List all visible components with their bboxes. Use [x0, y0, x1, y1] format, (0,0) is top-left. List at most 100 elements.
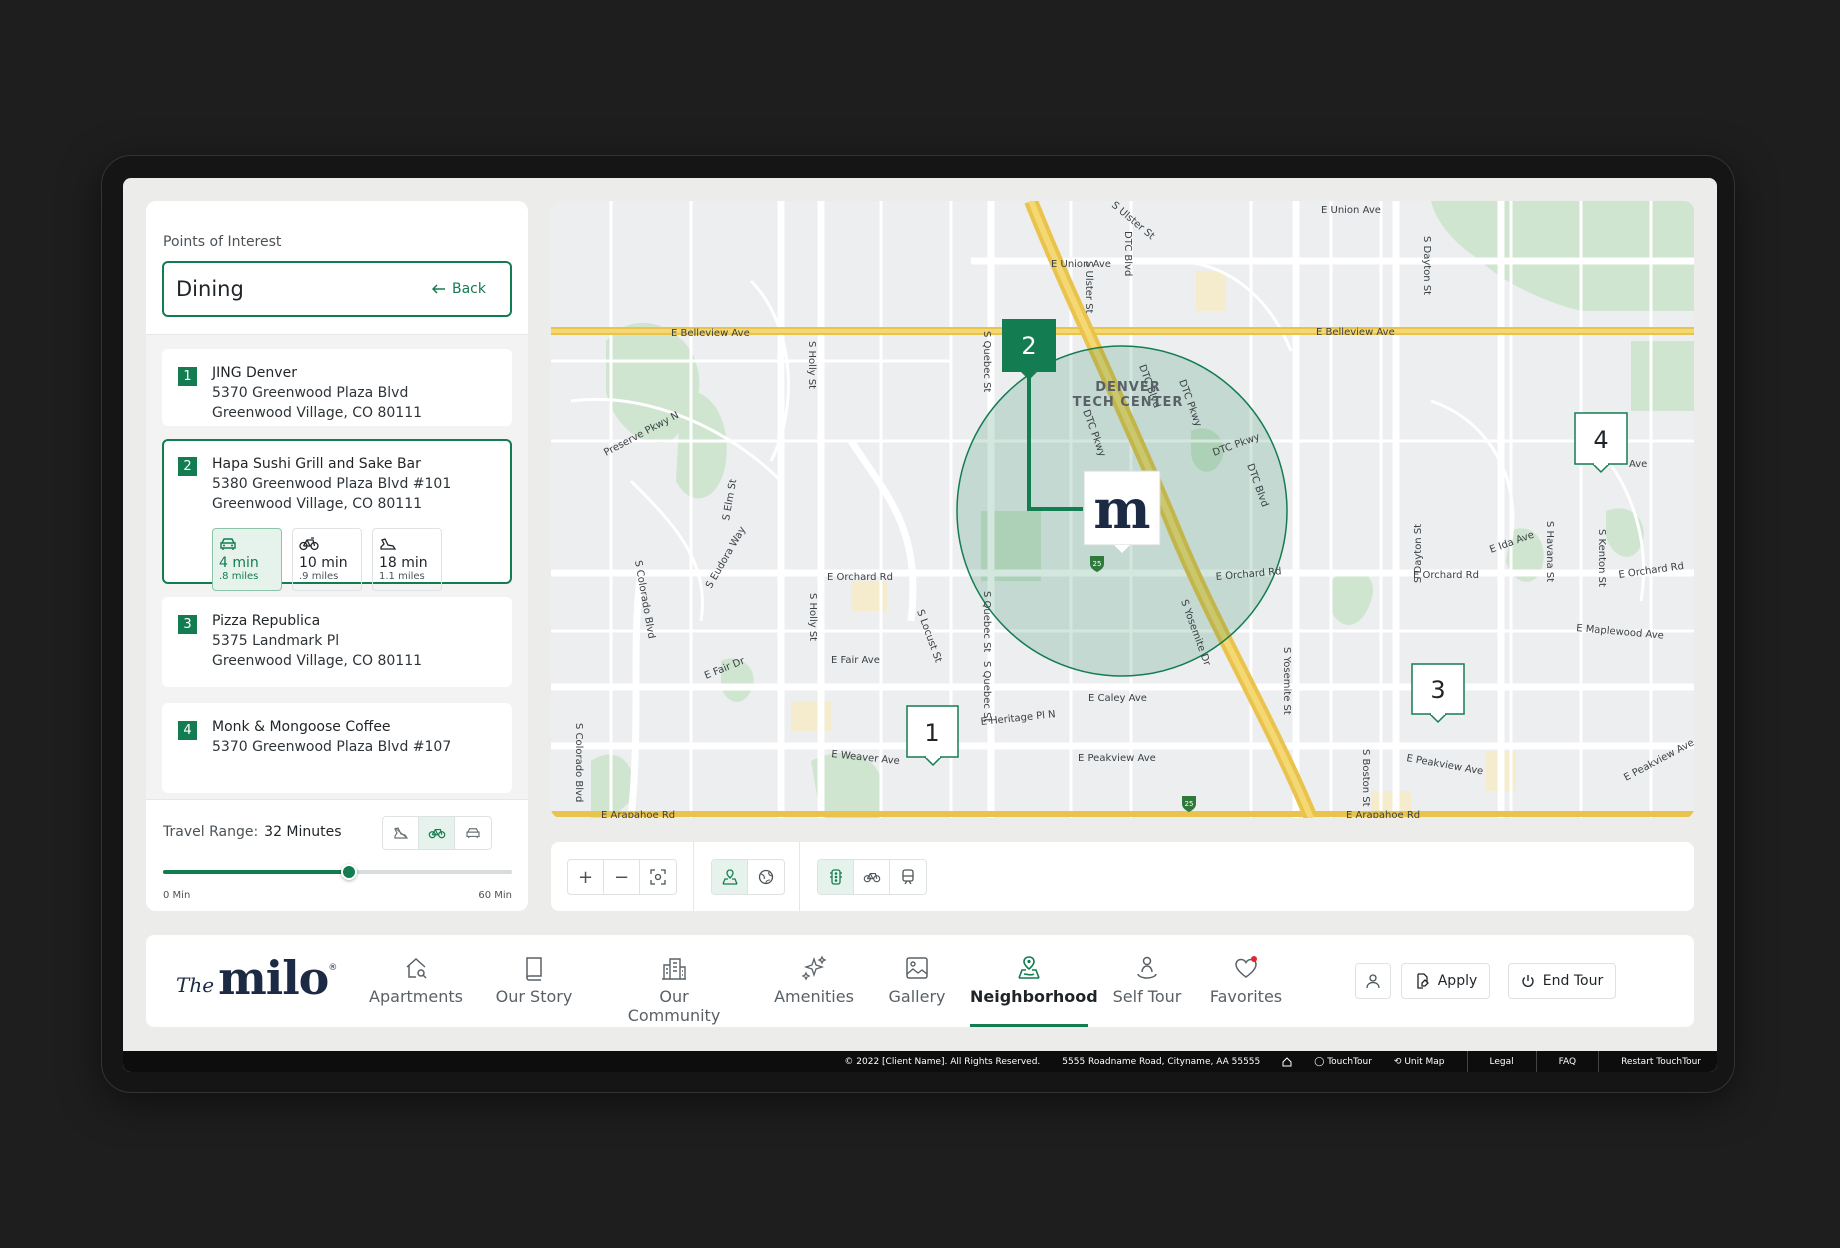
neighborhood-map[interactable]: E Belleview Ave E Belleview Ave E Union …: [551, 201, 1694, 818]
person-pin-icon: [1137, 956, 1157, 979]
svg-text:S Holly St: S Holly St: [807, 593, 818, 641]
apply-button[interactable]: Apply: [1401, 963, 1490, 999]
bike-icon: [863, 873, 880, 883]
traffic-light-icon: [829, 869, 842, 885]
bike-time-value: 10 min: [299, 555, 348, 571]
list-item-number: 2: [178, 457, 197, 476]
footer-divider: [1598, 1051, 1600, 1072]
nav-item-neighborhood[interactable]: Neighborhood: [970, 955, 1098, 1027]
nav-item-apartments[interactable]: Apartments: [369, 955, 463, 1006]
svg-text:S Kenton St: S Kenton St: [1596, 529, 1607, 587]
traffic-layer-button[interactable]: [818, 860, 854, 894]
list-item[interactable]: 1 JING Denver 5370 Greenwood Plaza Blvd …: [162, 349, 512, 426]
svg-text:S Havana St: S Havana St: [1544, 521, 1555, 582]
list-item-address: 5375 Landmark Pl: [212, 633, 340, 649]
map-toolbar: + −: [551, 842, 1694, 911]
faq-link[interactable]: FAQ: [1559, 1057, 1576, 1067]
nav-item-label: Apartments: [369, 987, 463, 1006]
svg-text:1: 1: [924, 719, 939, 747]
travel-range-slider[interactable]: [163, 864, 512, 880]
walk-icon: [393, 827, 408, 839]
svg-text:25: 25: [1185, 800, 1194, 808]
list-item-address: 5370 Greenwood Plaza Blvd #107: [212, 739, 452, 755]
list-item-name: Hapa Sushi Grill and Sake Bar: [212, 456, 421, 472]
zoom-out-button[interactable]: −: [604, 860, 640, 894]
zoom-in-button[interactable]: +: [568, 860, 604, 894]
bike-distance: .9 miles: [299, 571, 339, 582]
nav-item-label: Neighborhood: [970, 987, 1098, 1006]
svg-text:m: m: [1093, 477, 1150, 541]
map-layer-toggle: [817, 859, 927, 895]
svg-text:E Caley Ave: E Caley Ave: [1088, 693, 1147, 704]
list-item-name: Monk & Mongoose Coffee: [212, 719, 391, 735]
property-marker[interactable]: m: [1083, 470, 1161, 553]
walk-time-value: 18 min: [379, 555, 428, 571]
list-item[interactable]: 4 Monk & Mongoose Coffee 5370 Greenwood …: [162, 703, 512, 793]
slider-handle[interactable]: [341, 864, 358, 880]
svg-text:E Belleview Ave: E Belleview Ave: [1316, 327, 1395, 338]
walk-mode-button[interactable]: [383, 817, 419, 849]
list-item-name: JING Denver: [212, 365, 297, 381]
globe-view-button[interactable]: [748, 860, 784, 894]
travel-range-label: Travel Range: 32 Minutes: [163, 824, 342, 840]
slider-max-label: 60 Min: [478, 890, 512, 901]
list-item-city: Greenwood Village, CO 80111: [212, 405, 423, 421]
travel-mode-toggle[interactable]: [382, 816, 492, 850]
walk-time[interactable]: 18 min 1.1 miles: [372, 528, 442, 591]
map-view-button[interactable]: [712, 860, 748, 894]
drive-distance: .8 miles: [219, 571, 259, 582]
nav-item-our-story[interactable]: Our Story: [493, 955, 575, 1006]
bike-time[interactable]: 10 min .9 miles: [292, 528, 362, 591]
account-button[interactable]: [1355, 963, 1391, 999]
bike-layer-button[interactable]: [854, 860, 890, 894]
map-marker-2[interactable]: 2: [1002, 319, 1056, 380]
unit-map-link[interactable]: ⟲ Unit Map: [1394, 1057, 1445, 1067]
travel-range-value: 32 Minutes: [264, 824, 342, 840]
list-item-address: 5370 Greenwood Plaza Blvd: [212, 385, 409, 401]
car-mode-button[interactable]: [455, 817, 491, 849]
end-tour-button[interactable]: End Tour: [1508, 963, 1616, 999]
user-icon: [1366, 974, 1380, 989]
bike-icon: [428, 828, 445, 839]
svg-text:S Colorado Blvd: S Colorado Blvd: [573, 723, 584, 802]
back-button[interactable]: Back: [432, 281, 486, 297]
svg-text:S Yosemite St: S Yosemite St: [1281, 647, 1292, 715]
slider-min-label: 0 Min: [163, 890, 191, 901]
recenter-button[interactable]: [640, 860, 676, 894]
brand-logo[interactable]: The milo ®: [176, 955, 337, 1001]
transit-layer-button[interactable]: [890, 860, 926, 894]
apply-label: Apply: [1437, 973, 1478, 989]
map-marker-3[interactable]: 3: [1411, 663, 1465, 724]
bike-mode-button[interactable]: [419, 817, 455, 849]
nav-item-favorites[interactable]: Favorites: [1206, 955, 1286, 1006]
map-pin-icon: [721, 869, 738, 885]
drive-time[interactable]: 4 min .8 miles: [212, 528, 282, 591]
map-marker-1[interactable]: 1: [906, 705, 959, 767]
svg-text:E Orchard Rd: E Orchard Rd: [827, 572, 893, 583]
map-view-toggle: [711, 859, 785, 895]
restart-link[interactable]: Restart TouchTour: [1621, 1057, 1701, 1067]
list-item[interactable]: 3 Pizza Republica 5375 Landmark Pl Green…: [162, 597, 512, 687]
bike-icon: [299, 537, 319, 551]
svg-text:S Quebec St: S Quebec St: [981, 591, 992, 652]
list-item-selected[interactable]: 2 Hapa Sushi Grill and Sake Bar 5380 Gre…: [162, 439, 512, 591]
svg-text:E Arapahoe Rd: E Arapahoe Rd: [601, 810, 675, 818]
svg-text:E Union Ave: E Union Ave: [1051, 259, 1111, 270]
nav-item-self-tour[interactable]: Self Tour: [1111, 955, 1183, 1006]
nav-item-amenities[interactable]: Amenities: [773, 955, 855, 1006]
svg-text:DENVER: DENVER: [1095, 380, 1161, 395]
nav-item-our-community[interactable]: Our Community: [611, 955, 737, 1025]
drive-time-value: 4 min: [219, 555, 259, 571]
svg-text:E Belleview Ave: E Belleview Ave: [671, 328, 750, 339]
svg-text:E Union Ave: E Union Ave: [1321, 205, 1381, 216]
nav-item-gallery[interactable]: Gallery: [886, 955, 948, 1006]
globe-icon: [758, 869, 774, 885]
poi-list[interactable]: 1 JING Denver 5370 Greenwood Plaza Blvd …: [146, 335, 528, 799]
touchtour-link[interactable]: ◯ TouchTour: [1314, 1057, 1372, 1067]
zoom-controls: + −: [567, 859, 677, 895]
legal-link[interactable]: Legal: [1490, 1057, 1514, 1067]
category-selector[interactable]: Dining Back: [162, 261, 512, 317]
points-of-interest-panel: Points of Interest Dining Back 1 JING De…: [146, 201, 528, 911]
list-item-number: 1: [178, 367, 197, 386]
map-marker-4[interactable]: 4: [1574, 412, 1628, 474]
